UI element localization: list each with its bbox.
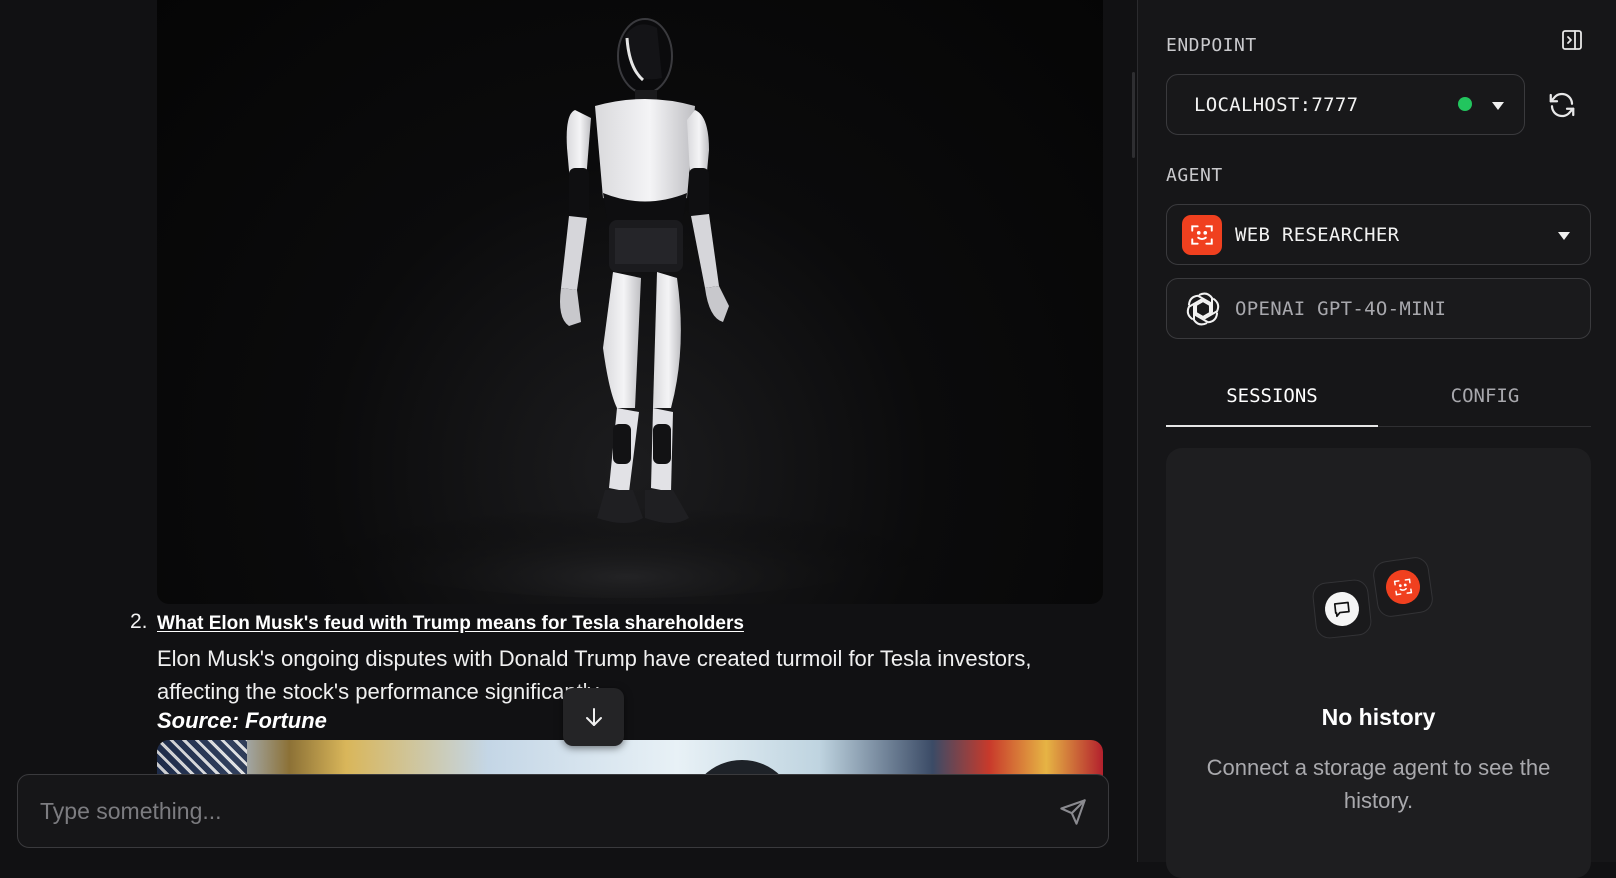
- news-source: Source: Fortune: [157, 708, 327, 733]
- chevron-down-icon: [1558, 232, 1570, 240]
- empty-state-description: Connect a storage agent to see the histo…: [1206, 755, 1551, 813]
- agent-tile: [1371, 555, 1435, 619]
- connection-status-dot: [1458, 97, 1472, 111]
- openai-icon: [1186, 292, 1220, 326]
- model-name: OPENAI GPT-4O-MINI: [1235, 298, 1447, 320]
- empty-state-title: No history: [1321, 704, 1436, 730]
- refresh-icon: [1549, 92, 1575, 118]
- endpoint-select[interactable]: LOCALHOST:7777: [1166, 74, 1525, 135]
- endpoint-value: LOCALHOST:7777: [1194, 94, 1359, 116]
- list-number: 2.: [130, 610, 148, 633]
- agent-face-icon: [1182, 215, 1222, 255]
- send-icon: [1060, 799, 1086, 825]
- chevron-down-icon: [1492, 102, 1504, 110]
- arrow-down-icon: [585, 708, 602, 726]
- chat-bubble-tile: [1311, 578, 1373, 640]
- history-empty-state: No history Connect a storage agent to se…: [1166, 448, 1591, 878]
- humanoid-robot-image: [157, 0, 1103, 604]
- scroll-to-bottom-button[interactable]: [563, 688, 624, 746]
- refresh-endpoint-button[interactable]: [1545, 88, 1579, 122]
- agent-face-icon: [1393, 578, 1413, 596]
- sidebar-tabs: SESSIONS CONFIG: [1166, 375, 1591, 427]
- agent-name: WEB RESEARCHER: [1235, 224, 1400, 246]
- message-icon: [1333, 601, 1350, 618]
- message-input[interactable]: [38, 775, 1038, 847]
- endpoint-label: ENDPOINT: [1166, 35, 1257, 56]
- news-title-link[interactable]: What Elon Musk's feud with Trump means f…: [157, 613, 744, 635]
- tab-config[interactable]: CONFIG: [1379, 375, 1591, 427]
- tab-sessions[interactable]: SESSIONS: [1166, 375, 1378, 427]
- send-button[interactable]: [1056, 795, 1090, 829]
- chat-panel: 2. What Elon Musk's feud with Trump mean…: [0, 0, 1137, 862]
- collapse-sidebar-button[interactable]: [1558, 26, 1586, 54]
- agent-select[interactable]: WEB RESEARCHER: [1166, 204, 1591, 265]
- model-display: OPENAI GPT-4O-MINI: [1166, 278, 1591, 339]
- sidebar-collapse-icon: [1562, 30, 1582, 50]
- message-composer: [17, 774, 1109, 848]
- agent-label: AGENT: [1166, 165, 1223, 186]
- chat-scrollbar[interactable]: [1132, 72, 1135, 158]
- settings-sidebar: ENDPOINT LOCALHOST:7777 AGENT WEB RESEAR…: [1137, 0, 1616, 878]
